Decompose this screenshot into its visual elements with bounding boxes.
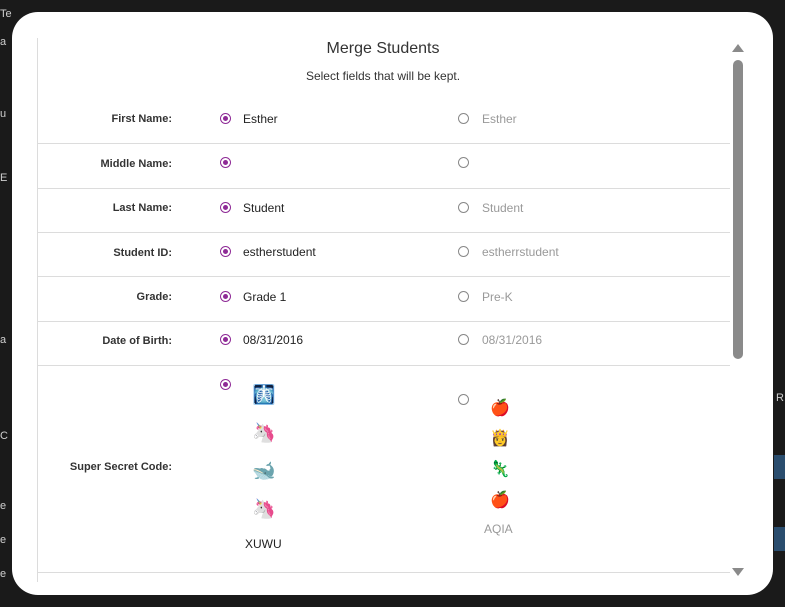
vertical-scrollbar[interactable] — [731, 38, 745, 582]
left-radio[interactable] — [220, 379, 231, 390]
scrollbar-thumb[interactable] — [733, 60, 743, 359]
background-text: e — [0, 534, 7, 546]
unicorn-icon: 🦄 — [252, 499, 276, 520]
field-label: First Name: — [111, 113, 172, 125]
background-text: E — [0, 172, 8, 184]
field-row-first-name: First Name: Esther Esther — [38, 95, 730, 144]
left-radio[interactable] — [220, 246, 231, 257]
field-row-last-name: Last Name: Student Student — [38, 189, 730, 233]
left-value: Esther — [243, 112, 278, 126]
background-text: e — [0, 568, 7, 580]
right-value: 08/31/2016 — [482, 333, 543, 347]
field-label: Last Name: — [112, 202, 172, 214]
field-label: Student ID: — [113, 247, 172, 259]
left-value: Student — [243, 201, 285, 215]
scroll-up-arrow-icon[interactable] — [732, 44, 744, 52]
field-label: Middle Name: — [100, 158, 172, 170]
whale-icon: 🐋 — [252, 461, 276, 482]
background-text: R — [776, 392, 784, 404]
left-value: Grade 1 — [243, 290, 287, 304]
left-radio[interactable] — [220, 334, 231, 345]
right-secret-code: AQIA — [484, 522, 513, 536]
left-secret-code: XUWU — [245, 537, 282, 551]
merge-students-dialog: Merge Students Select fields that will b… — [12, 12, 773, 595]
right-radio[interactable] — [458, 394, 469, 405]
background-text: Te — [0, 8, 12, 20]
right-value: Student — [482, 201, 524, 215]
dialog-title: Merge Students — [326, 40, 440, 57]
background-text: a — [0, 334, 7, 346]
field-row-super-secret-code: Super Secret Code: 🩻 🦄 🐋 🦄 XUWU 🍎 👸 🦎 🍎 … — [38, 366, 730, 573]
unicorn-icon: 🦄 — [252, 423, 276, 444]
apple-icon: 🍎 — [490, 492, 510, 509]
background-text: e — [0, 500, 7, 512]
field-row-middle-name: Middle Name: — [38, 144, 730, 189]
right-radio[interactable] — [458, 157, 469, 168]
background-text: u — [0, 108, 7, 120]
field-label: Super Secret Code: — [69, 461, 172, 473]
scroll-down-arrow-icon[interactable] — [732, 568, 744, 576]
right-radio[interactable] — [458, 113, 469, 124]
background-text: C — [0, 430, 8, 442]
dialog-subtitle: Select fields that will be kept. — [305, 69, 461, 83]
left-radio[interactable] — [220, 157, 231, 168]
right-radio[interactable] — [458, 202, 469, 213]
background-element — [774, 455, 785, 479]
dialog-content: Merge Students Select fields that will b… — [37, 38, 742, 582]
field-row-student-id: Student ID: estherstudent estherrstudent — [38, 233, 730, 277]
right-radio[interactable] — [458, 291, 469, 302]
background-text: a — [0, 36, 7, 48]
field-label: Date of Birth: — [102, 335, 172, 347]
apple-icon: 🍎 — [490, 400, 510, 417]
right-radio[interactable] — [458, 334, 469, 345]
left-value: 08/31/2016 — [243, 333, 304, 347]
left-radio[interactable] — [220, 113, 231, 124]
right-value: Pre-K — [482, 290, 513, 304]
background-element — [774, 527, 785, 551]
princess-icon: 👸 — [490, 430, 510, 447]
right-radio[interactable] — [458, 246, 469, 257]
left-radio[interactable] — [220, 291, 231, 302]
lizard-icon: 🦎 — [490, 461, 510, 478]
field-row-date-of-birth: Date of Birth: 08/31/2016 08/31/2016 — [38, 322, 730, 366]
left-radio[interactable] — [220, 202, 231, 213]
right-value: Esther — [482, 112, 517, 126]
right-value: estherrstudent — [482, 245, 559, 259]
left-value: estherstudent — [243, 245, 316, 259]
xray-icon: 🩻 — [252, 385, 276, 406]
field-label: Grade: — [136, 291, 172, 303]
field-row-grade: Grade: Grade 1 Pre-K — [38, 277, 730, 322]
